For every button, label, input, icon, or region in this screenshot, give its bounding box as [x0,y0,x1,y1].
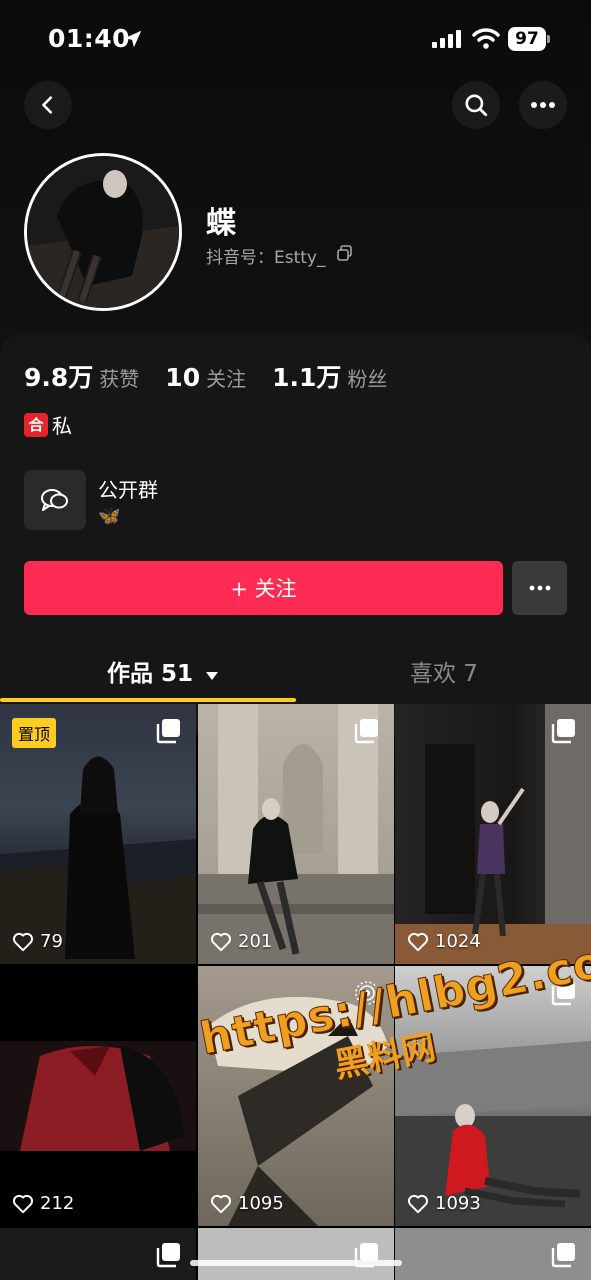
battery-level: 97 [508,27,546,51]
video-tile[interactable]: 1093 [395,966,591,1226]
back-button[interactable] [24,81,72,129]
live-photo-icon [355,981,379,1005]
tab-indicator [0,698,296,702]
like-count: 1093 [407,1193,481,1214]
status-bar: 01:40 97 [0,0,591,80]
video-tile[interactable]: 201 [198,704,394,964]
more-actions-button[interactable] [512,561,567,615]
video-tile[interactable]: 1024 [395,704,591,964]
heart-icon [12,1194,34,1213]
video-tile[interactable]: 1095 [198,966,394,1226]
profile-name: 蝶 [206,206,236,241]
douyin-id: 抖音号：Estty_ [206,248,326,268]
group-chat-button[interactable] [24,470,86,530]
video-tile[interactable] [0,1228,196,1280]
more-horizontal-icon [531,102,555,108]
like-count: 201 [210,931,272,952]
badge-icon: 合 [24,412,48,437]
video-tile[interactable]: 212 [0,966,196,1226]
status-time: 01:40 [48,24,131,53]
heart-icon [407,1194,429,1213]
heart-icon [12,932,34,951]
butterfly-icon: 🦋 [98,506,121,527]
follow-button[interactable]: + 关注 [24,561,503,615]
chat-bubbles-icon [41,489,68,511]
wifi-icon [472,27,500,53]
multi-image-icon [156,719,180,744]
more-options-button[interactable] [519,81,567,129]
multi-image-icon [551,981,575,1006]
more-horizontal-icon [529,585,550,591]
chevron-left-icon [42,96,53,114]
tab-works[interactable]: 作品 51 [107,654,219,688]
video-tile[interactable] [198,1228,394,1280]
heart-icon [210,1194,232,1213]
avatar[interactable] [24,153,182,311]
followers-count[interactable]: 1.1万 [272,358,341,394]
location-arrow-icon [122,28,144,54]
video-tile[interactable]: 置顶 79 [0,704,196,964]
tab-works-label: 作品 51 [107,661,194,687]
battery-icon: 97 [508,27,550,51]
bio-text: 私 [52,414,72,438]
profile-stats: 9.8万 获赞 10 关注 1.1万 粉丝 [24,358,413,394]
likes-count: 9.8万 [24,363,94,392]
multi-image-icon [551,1243,575,1268]
search-button[interactable] [452,81,500,129]
search-icon [465,94,488,117]
multi-image-icon [354,719,378,744]
group-title[interactable]: 公开群 [98,474,158,503]
home-indicator[interactable] [190,1260,402,1266]
copy-icon[interactable] [337,245,353,265]
multi-image-icon [156,1243,180,1268]
heart-icon [407,932,429,951]
following-label[interactable]: 关注 [206,363,246,392]
likes-label: 获赞 [99,367,140,391]
following-count[interactable]: 10 [165,363,200,392]
content-tabs: 作品 51 喜欢 7 [0,640,591,704]
multi-image-icon [551,719,575,744]
like-count: 212 [12,1193,74,1214]
cellular-signal-icon [432,30,462,52]
pinned-badge: 置顶 [12,718,57,748]
tab-likes[interactable]: 喜欢 7 [410,654,478,688]
heart-icon [210,932,232,951]
like-count: 1095 [210,1193,284,1214]
like-count: 1024 [407,931,481,952]
video-tile[interactable] [395,1228,591,1280]
bio-tag: 合 私 [24,410,72,439]
caret-down-icon [206,672,219,680]
like-count: 79 [12,931,63,952]
followers-label: 粉丝 [347,367,388,391]
